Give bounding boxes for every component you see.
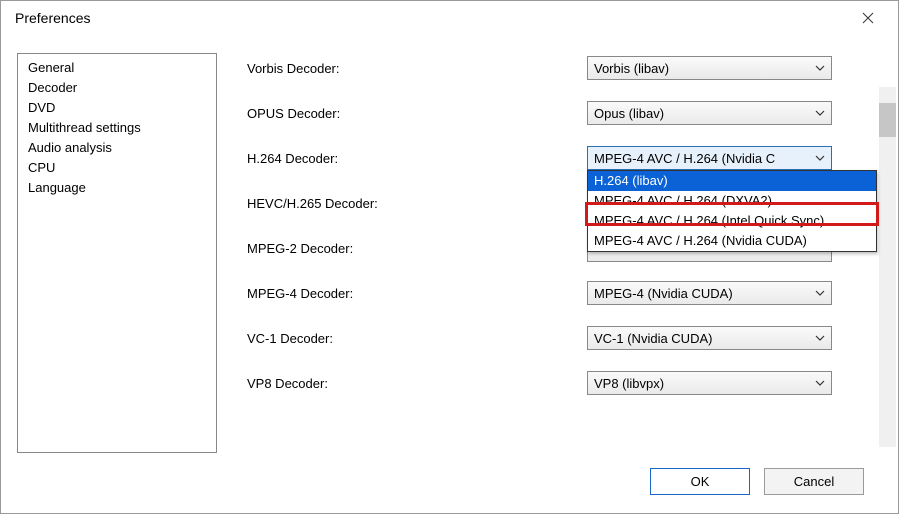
close-button[interactable] [848, 4, 888, 32]
select-h264-value: MPEG-4 AVC / H.264 (Nvidia C [594, 151, 809, 166]
select-mpeg4-value: MPEG-4 (Nvidia CUDA) [594, 286, 809, 301]
label-vp8: VP8 Decoder: [247, 376, 587, 391]
select-h264[interactable]: MPEG-4 AVC / H.264 (Nvidia C H.264 (liba… [587, 146, 832, 170]
label-vorbis: Vorbis Decoder: [247, 61, 587, 76]
sidebar-item-audio-analysis[interactable]: Audio analysis [20, 138, 214, 158]
window-title: Preferences [15, 10, 848, 26]
settings-panel: Vorbis Decoder: Vorbis (libav) OPUS Deco… [217, 53, 882, 497]
sidebar-item-language[interactable]: Language [20, 178, 214, 198]
chevron-down-icon [809, 380, 825, 386]
select-vorbis[interactable]: Vorbis (libav) [587, 56, 832, 80]
select-vp8-value: VP8 (libvpx) [594, 376, 809, 391]
h264-option-libav[interactable]: H.264 (libav) [588, 171, 876, 191]
preferences-window: Preferences General Decoder DVD Multithr… [0, 0, 899, 514]
select-vc1[interactable]: VC-1 (Nvidia CUDA) [587, 326, 832, 350]
row-vp8: VP8 Decoder: VP8 (libvpx) [247, 368, 882, 398]
ok-button-label: OK [691, 474, 710, 489]
scrollbar-vertical[interactable] [879, 87, 896, 447]
select-vp8[interactable]: VP8 (libvpx) [587, 371, 832, 395]
sidebar-item-cpu[interactable]: CPU [20, 158, 214, 178]
row-opus: OPUS Decoder: Opus (libav) [247, 98, 882, 128]
sidebar-item-decoder[interactable]: Decoder [20, 78, 214, 98]
h264-option-dxva2[interactable]: MPEG-4 AVC / H.264 (DXVA2) [588, 191, 876, 211]
cancel-button-label: Cancel [794, 474, 834, 489]
row-vorbis: Vorbis Decoder: Vorbis (libav) [247, 53, 882, 83]
label-vc1: VC-1 Decoder: [247, 331, 587, 346]
chevron-down-icon [809, 155, 825, 161]
label-opus: OPUS Decoder: [247, 106, 587, 121]
close-icon [862, 12, 874, 24]
h264-option-cuda[interactable]: MPEG-4 AVC / H.264 (Nvidia CUDA) [588, 231, 876, 251]
select-mpeg4[interactable]: MPEG-4 (Nvidia CUDA) [587, 281, 832, 305]
titlebar: Preferences [1, 1, 898, 35]
label-mpeg2: MPEG-2 Decoder: [247, 241, 587, 256]
label-mpeg4: MPEG-4 Decoder: [247, 286, 587, 301]
select-vc1-value: VC-1 (Nvidia CUDA) [594, 331, 809, 346]
row-vc1: VC-1 Decoder: VC-1 (Nvidia CUDA) [247, 323, 882, 353]
ok-button[interactable]: OK [650, 468, 750, 495]
label-hevc: HEVC/H.265 Decoder: [247, 196, 587, 211]
chevron-down-icon [809, 110, 825, 116]
select-opus-value: Opus (libav) [594, 106, 809, 121]
chevron-down-icon [809, 65, 825, 71]
dialog-buttons: OK Cancel [650, 468, 864, 495]
chevron-down-icon [809, 290, 825, 296]
sidebar-item-multithread[interactable]: Multithread settings [20, 118, 214, 138]
label-h264: H.264 Decoder: [247, 151, 587, 166]
category-list[interactable]: General Decoder DVD Multithread settings… [17, 53, 217, 453]
select-vorbis-value: Vorbis (libav) [594, 61, 809, 76]
select-opus[interactable]: Opus (libav) [587, 101, 832, 125]
scrollbar-thumb[interactable] [879, 103, 896, 137]
row-h264: H.264 Decoder: MPEG-4 AVC / H.264 (Nvidi… [247, 143, 882, 173]
content-area: General Decoder DVD Multithread settings… [1, 35, 898, 513]
cancel-button[interactable]: Cancel [764, 468, 864, 495]
h264-dropdown: H.264 (libav) MPEG-4 AVC / H.264 (DXVA2)… [587, 170, 877, 252]
sidebar-item-dvd[interactable]: DVD [20, 98, 214, 118]
chevron-down-icon [809, 335, 825, 341]
row-mpeg4: MPEG-4 Decoder: MPEG-4 (Nvidia CUDA) [247, 278, 882, 308]
h264-option-qsv[interactable]: MPEG-4 AVC / H.264 (Intel Quick Sync) [588, 211, 876, 231]
sidebar-item-general[interactable]: General [20, 58, 214, 78]
